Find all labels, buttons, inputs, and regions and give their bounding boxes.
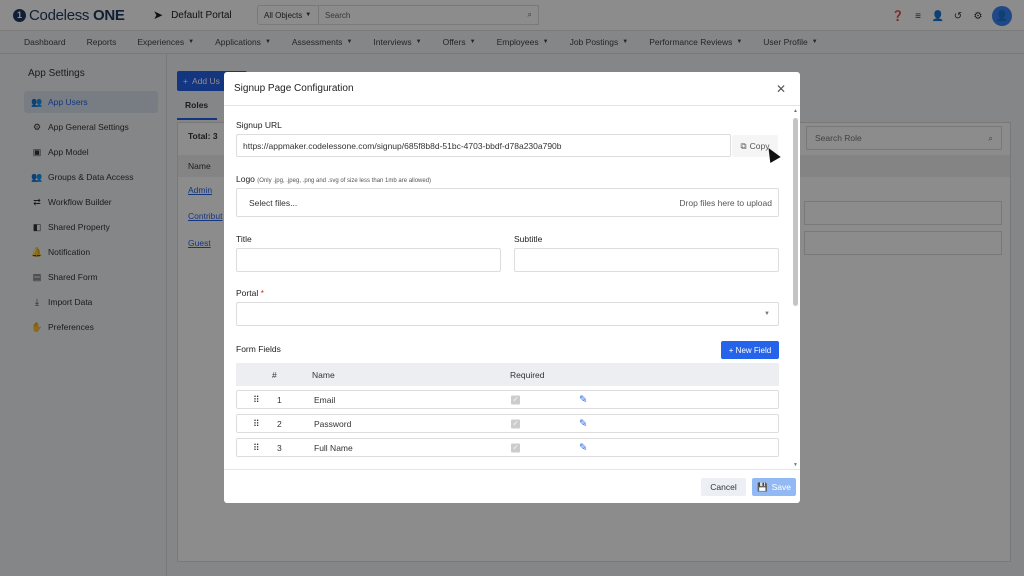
edit-pencil-icon[interactable]: ✎	[579, 442, 587, 453]
modal-body[interactable]: Signup URL https://appmaker.codelessone.…	[224, 106, 800, 469]
subtitle-input[interactable]	[514, 248, 779, 272]
signup-config-modal: Signup Page Configuration ✕ Signup URL h…	[224, 72, 800, 503]
logo-label: Logo (Only .jpg, .jpeg, .png and .svg of…	[236, 174, 431, 184]
subtitle-label: Subtitle	[514, 234, 543, 244]
required-mark: *	[260, 288, 264, 298]
logo-label-text: Logo	[236, 174, 255, 184]
title-input[interactable]	[236, 248, 501, 272]
portal-select[interactable]: ▼	[236, 302, 779, 326]
required-checkbox[interactable]: ✓	[511, 395, 520, 404]
edit-pencil-icon[interactable]: ✎	[579, 418, 587, 429]
scroll-up-icon[interactable]: ▲	[793, 108, 798, 114]
save-label: Save	[771, 482, 791, 492]
close-icon[interactable]: ✕	[776, 82, 786, 96]
logo-hint: (Only .jpg, .jpeg, .png and .svg of size…	[257, 178, 432, 184]
column-required: Required	[510, 369, 545, 380]
required-checkbox[interactable]: ✓	[511, 419, 520, 428]
signup-url-label: Signup URL	[236, 120, 282, 130]
drag-handle-icon[interactable]: ⠿	[253, 394, 260, 405]
edit-pencil-icon[interactable]: ✎	[579, 394, 587, 405]
chevron-down-icon: ▼	[764, 311, 770, 317]
save-button[interactable]: 💾 Save	[752, 478, 796, 496]
modal-title: Signup Page Configuration	[234, 83, 354, 94]
form-field-row: ⠿ 2 Password ✓ ✎	[236, 414, 779, 433]
logo-upload-dropzone[interactable]: Select files... Drop files here to uploa…	[236, 188, 779, 217]
column-name: Name	[312, 369, 335, 380]
modal-header: Signup Page Configuration ✕	[224, 72, 800, 106]
portal-label-text: Portal	[236, 288, 259, 298]
portal-label: Portal *	[236, 288, 264, 298]
new-field-button[interactable]: + New Field	[721, 341, 779, 359]
modal-footer: Cancel 💾 Save	[224, 469, 800, 503]
signup-url-field[interactable]: https://appmaker.codelessone.com/signup/…	[236, 134, 731, 157]
cancel-button[interactable]: Cancel	[701, 478, 746, 496]
save-icon: 💾	[757, 481, 768, 492]
form-field-row: ⠿ 1 Email ✓ ✎	[236, 390, 779, 409]
scrollbar[interactable]	[793, 118, 798, 306]
column-number: #	[272, 369, 277, 380]
field-name: Password	[314, 418, 352, 429]
field-number: 3	[277, 442, 282, 453]
form-fields-header: # Name Required	[236, 363, 779, 386]
scroll-down-icon[interactable]: ▼	[793, 462, 798, 468]
title-label: Title	[236, 234, 252, 244]
copy-icon: ⧉	[740, 140, 747, 151]
required-checkbox[interactable]: ✓	[511, 443, 520, 452]
signup-url-value: https://appmaker.codelessone.com/signup/…	[243, 140, 562, 151]
form-field-row: ⠿ 3 Full Name ✓ ✎	[236, 438, 779, 457]
select-files-button[interactable]: Select files...	[249, 198, 297, 208]
field-number: 1	[277, 394, 282, 405]
field-number: 2	[277, 418, 282, 429]
field-name: Email	[314, 394, 336, 405]
field-name: Full Name	[314, 442, 353, 453]
form-fields-label: Form Fields	[236, 344, 281, 354]
drag-handle-icon[interactable]: ⠿	[253, 418, 260, 429]
drop-hint: Drop files here to upload	[679, 197, 772, 208]
drag-handle-icon[interactable]: ⠿	[253, 442, 260, 453]
